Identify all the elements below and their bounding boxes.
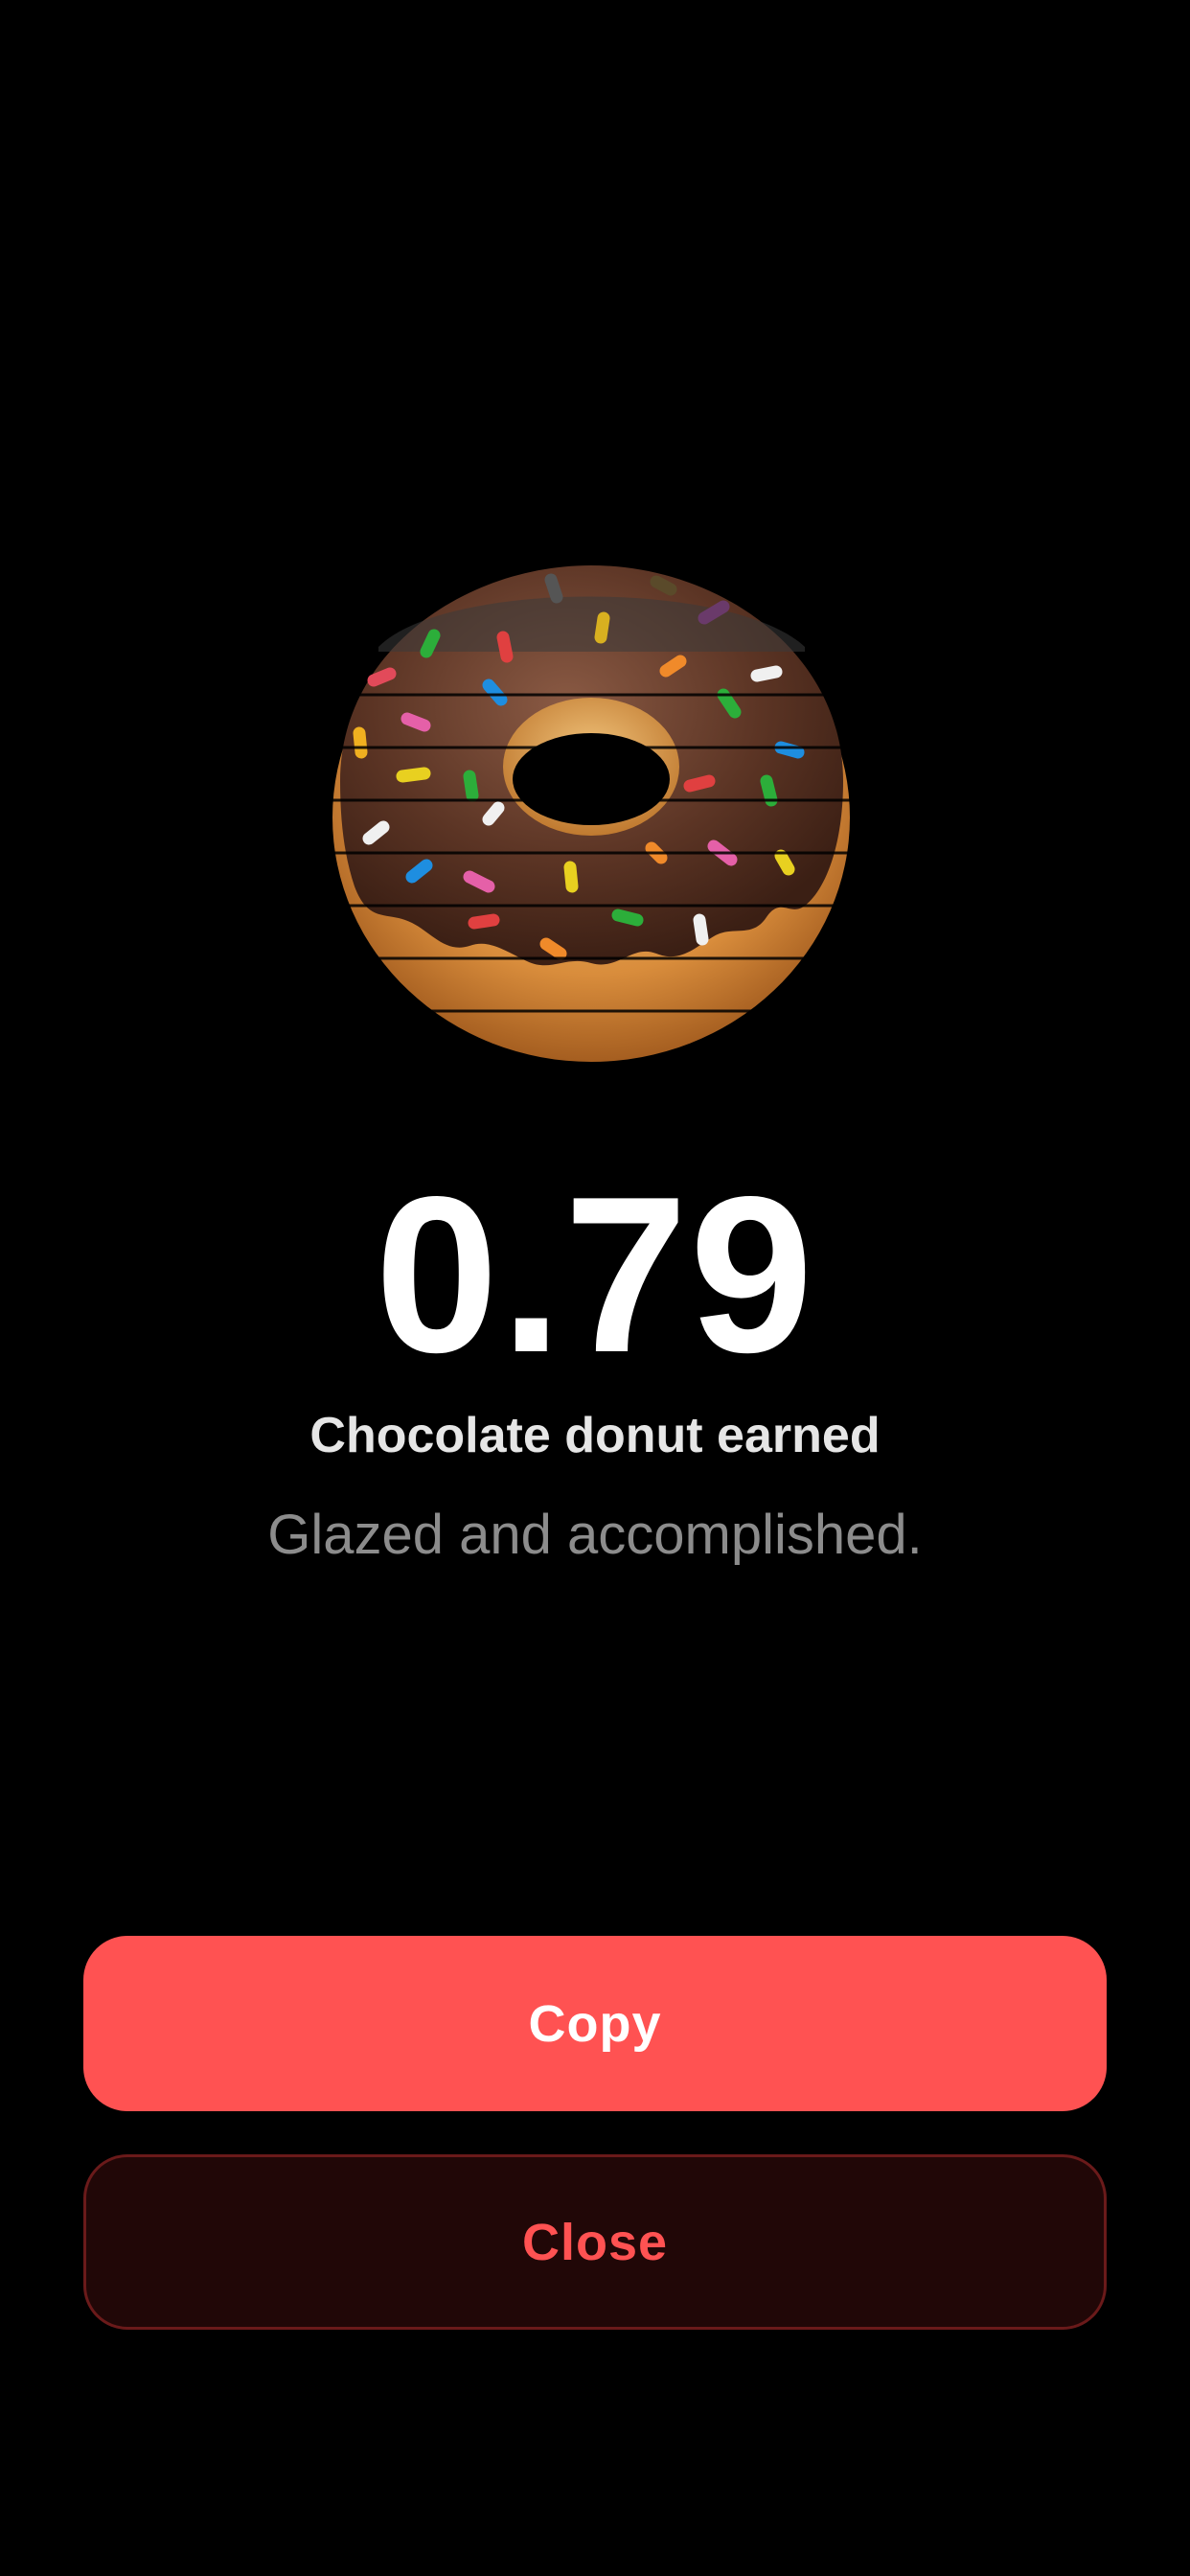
score-value: 0.79 — [375, 1151, 815, 1399]
close-button-label: Close — [521, 2213, 669, 2271]
reward-title: Chocolate donut earned — [309, 1408, 881, 1463]
copy-button-label: Copy — [528, 1994, 662, 2053]
close-button[interactable]: Close — [83, 2154, 1107, 2330]
reward-tagline: Glazed and accomplished. — [267, 1504, 923, 1566]
chocolate-donut-icon — [331, 561, 853, 1064]
copy-button[interactable]: Copy — [83, 1936, 1107, 2111]
